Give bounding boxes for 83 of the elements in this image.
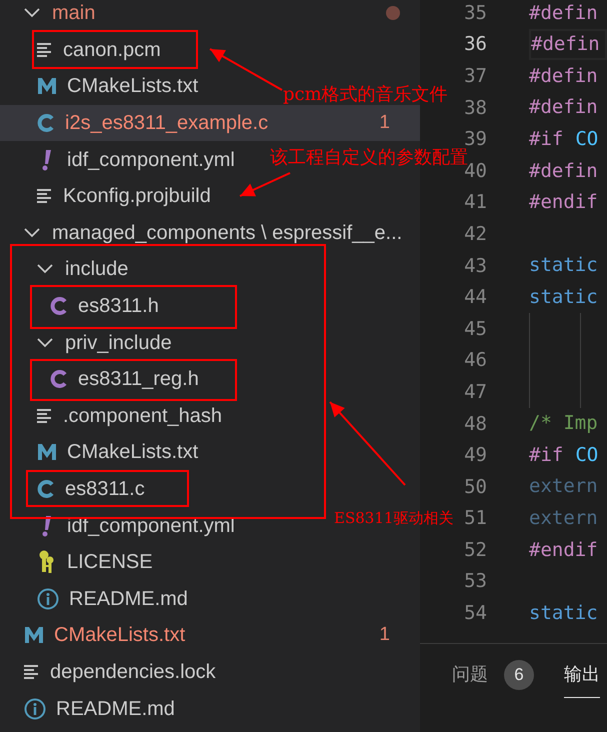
code-token: static xyxy=(529,253,598,278)
problem-count: 1 xyxy=(379,110,390,135)
annotation-text: pcm格式的音乐文件 xyxy=(283,86,448,104)
text-file-icon xyxy=(37,189,53,204)
exclamation-icon xyxy=(42,514,52,537)
code-token: static xyxy=(529,284,598,310)
line-number: 48 xyxy=(464,412,487,435)
file-name[interactable]: CMakeLists.txt xyxy=(67,437,198,468)
code-token: #if xyxy=(529,126,564,152)
code-token: #if xyxy=(529,442,564,468)
info-icon xyxy=(37,588,59,610)
line-number: 54 xyxy=(464,602,487,624)
code-token: #defin xyxy=(529,0,598,26)
line-number: 37 xyxy=(464,64,487,87)
c-file-icon xyxy=(50,369,68,390)
code-token: CO xyxy=(575,442,598,468)
line-number: 51 xyxy=(464,507,487,530)
line-number: 43 xyxy=(464,254,487,277)
count-badge: 6 xyxy=(504,660,534,690)
file-name[interactable]: README.md xyxy=(56,694,175,724)
code-token: #defin xyxy=(529,158,598,184)
line-number: 36 xyxy=(464,33,487,56)
line-number: 52 xyxy=(464,538,487,561)
file-name[interactable]: i2s_es8311_example.c xyxy=(65,108,268,138)
m-letter-icon xyxy=(24,626,44,644)
chevron-icon[interactable] xyxy=(37,338,53,348)
code-token: CO xyxy=(575,126,598,152)
code-token: #defin xyxy=(531,32,600,58)
file-name[interactable]: Kconfig.projbuild xyxy=(63,181,211,212)
panel-tab[interactable]: 问题 xyxy=(452,661,488,697)
code-token: #endif xyxy=(529,538,598,563)
m-letter-icon xyxy=(37,443,57,462)
line-number: 41 xyxy=(464,191,487,214)
code-token: #defin xyxy=(529,64,598,89)
file-name[interactable]: .component_hash xyxy=(63,400,222,431)
exclamation-icon xyxy=(42,148,52,171)
file-name[interactable]: idf_component.yml xyxy=(67,144,235,175)
file-name[interactable]: es8311.c xyxy=(65,474,145,504)
file-name[interactable]: es8311_reg.h xyxy=(78,364,199,394)
c-file-icon xyxy=(37,113,55,134)
code-token: extern xyxy=(529,474,598,500)
line-number: 38 xyxy=(464,96,487,119)
code-token: #defin xyxy=(529,95,598,120)
file-name[interactable]: es8311.h xyxy=(78,291,159,322)
text-file-icon xyxy=(37,42,53,57)
file-name[interactable]: CMakeLists.txt xyxy=(54,620,186,650)
c-file-icon xyxy=(37,479,55,500)
problem-count: 1 xyxy=(379,623,390,648)
file-name[interactable]: dependencies.lock xyxy=(50,656,216,687)
line-number: 35 xyxy=(464,2,487,24)
file-name[interactable]: CMakeLists.txt xyxy=(67,71,198,102)
folder-name[interactable]: priv_include xyxy=(65,328,172,358)
file-name[interactable]: README.md xyxy=(69,584,188,614)
annotation-text: ES8311驱动相关 xyxy=(334,511,454,526)
chevron-icon[interactable] xyxy=(37,264,53,274)
line-number: 45 xyxy=(464,318,487,340)
file-name[interactable]: canon.pcm xyxy=(63,34,161,65)
chevron-icon[interactable] xyxy=(24,8,40,18)
panel-tab[interactable]: 输出 xyxy=(564,661,600,698)
code-token: extern xyxy=(529,506,598,532)
code-token: static xyxy=(529,600,598,626)
folder-name[interactable]: managed_components \ espressif__e... xyxy=(52,218,402,248)
code-token: /* Imp xyxy=(529,411,598,436)
chevron-icon[interactable] xyxy=(24,228,40,238)
line-number: 49 xyxy=(464,444,487,466)
line-number: 42 xyxy=(464,222,487,245)
line-number: 53 xyxy=(464,570,487,592)
arrow xyxy=(240,172,290,197)
c-file-icon xyxy=(50,296,68,316)
line-number: 50 xyxy=(464,476,487,498)
m-letter-icon xyxy=(37,77,57,96)
line-number: 44 xyxy=(464,286,487,308)
selected-file-row[interactable]: i2s_es8311_example.c 1 xyxy=(0,104,420,142)
info-icon xyxy=(24,698,46,720)
line-number: 46 xyxy=(464,349,487,372)
folder-name[interactable]: main xyxy=(52,0,96,28)
text-file-icon xyxy=(24,664,40,679)
line-number: 47 xyxy=(464,380,487,403)
text-file-icon xyxy=(37,408,53,423)
file-name[interactable]: idf_component.yml xyxy=(67,510,235,541)
code-token: #endif xyxy=(529,190,598,216)
folder-name[interactable]: include xyxy=(65,254,128,284)
file-name[interactable]: LICENSE xyxy=(67,547,153,578)
